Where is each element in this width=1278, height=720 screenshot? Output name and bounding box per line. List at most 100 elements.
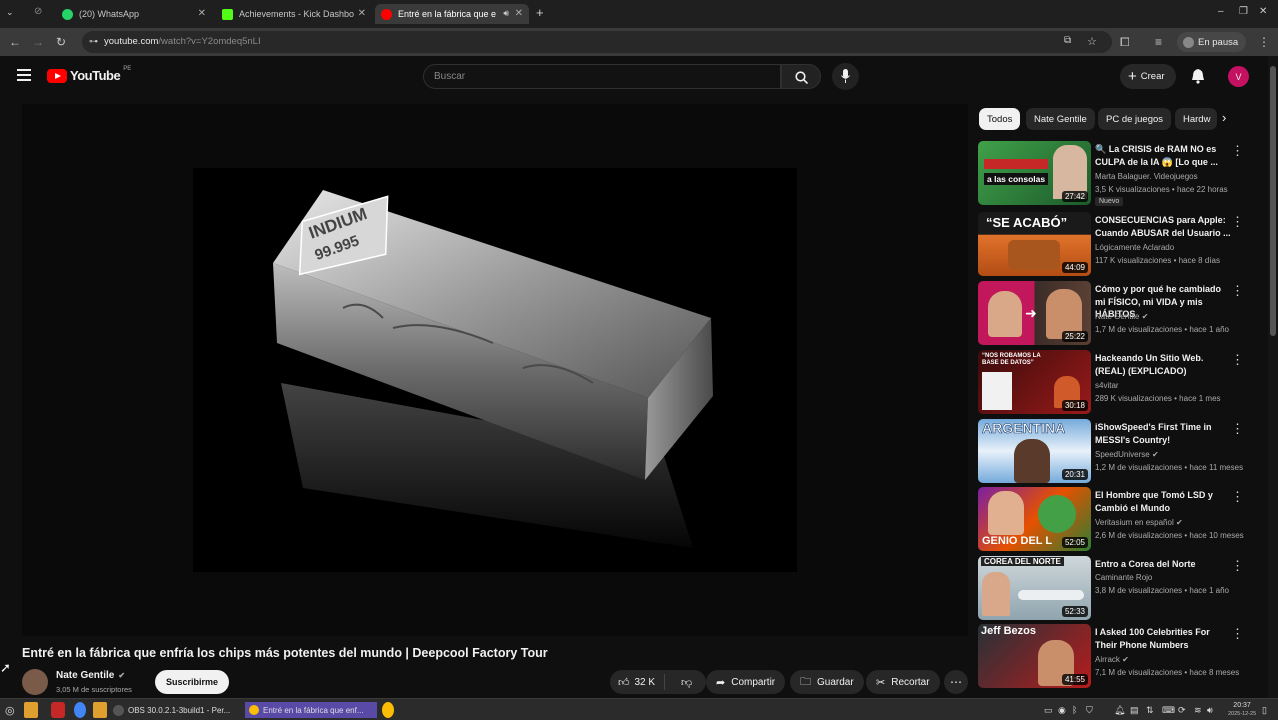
audio-playing-icon[interactable]: 🔊︎ [503, 8, 509, 19]
chip-nate-gentile[interactable]: Nate Gentile [1026, 108, 1095, 130]
taskbar-clock[interactable]: 20:37 2025-12-25 [1228, 701, 1256, 719]
close-icon[interactable]: ✕ [358, 8, 366, 19]
tab-list-chevron-icon[interactable]: ⌄ [6, 7, 14, 18]
tray-display-icon[interactable]: ▭ [1044, 702, 1053, 718]
video-player[interactable]: INDIUM 99.995 [22, 104, 968, 636]
thumbnail-airplane [1018, 590, 1084, 600]
tray-bluetooth-icon[interactable]: ᛒ [1072, 702, 1077, 718]
video-thumbnail[interactable]: GENIO DEL L 52:05 [978, 487, 1091, 551]
more-actions-button[interactable]: ⋯ [944, 670, 968, 694]
start-menu-icon[interactable]: ◎ [5, 702, 15, 718]
url-text[interactable]: youtube.com/watch?v=Y2omdeq5nLI [104, 36, 261, 47]
more-vertical-icon[interactable]: ⋮ [1231, 626, 1244, 642]
taskbar-obs-window[interactable]: OBS 30.0.2.1-3build1 - Per... [113, 702, 230, 718]
video-thumbnail[interactable]: COREA DEL NORTE 52:33 [978, 556, 1091, 620]
recommendation-item[interactable]: ARGENTINA 20:31 iShowSpeed's First Time … [978, 419, 1250, 483]
voice-search-button[interactable] [832, 63, 859, 90]
close-icon[interactable]: ✕ [515, 8, 523, 19]
tray-obs-icon[interactable]: ◉ [1058, 702, 1066, 718]
bookmark-star-icon[interactable]: ☆ [1087, 35, 1097, 48]
new-tab-icon[interactable]: + [536, 5, 544, 20]
profile-paused-button[interactable]: En pausa [1177, 32, 1247, 52]
chip-all[interactable]: Todos [979, 108, 1021, 130]
tab-group-icon[interactable]: ⊘ [34, 6, 42, 17]
recommendation-item[interactable]: GENIO DEL L 52:05 El Hombre que Tomó LSD… [978, 487, 1250, 551]
more-vertical-icon[interactable]: ⋮ [1231, 421, 1244, 437]
tray-wifi-icon[interactable]: ≋ [1194, 702, 1202, 718]
more-vertical-icon[interactable]: ⋮ [1231, 489, 1244, 505]
share-button[interactable]: ➦ Compartir [706, 670, 786, 694]
forward-icon[interactable]: → [32, 35, 44, 49]
more-vertical-icon[interactable]: ⋮ [1231, 143, 1244, 159]
address-bar[interactable]: ⊶ youtube.com/watch?v=Y2omdeq5nLI ⧉ ☆ [82, 31, 1112, 53]
recommendation-item[interactable]: “SE ACABÓ” 44:09 CONSECUENCIAS para Appl… [978, 212, 1250, 276]
browser-menu-icon[interactable]: ⋮ [1258, 35, 1270, 49]
close-icon[interactable]: ✕ [198, 8, 206, 19]
youtube-logo[interactable]: YouTube PE [47, 66, 131, 83]
like-button[interactable]: 👍︎ 32 K [610, 674, 665, 690]
tab-youtube-active[interactable]: Entré en la fábrica que e 🔊︎ ✕ [375, 4, 529, 24]
recommendation-item[interactable]: COREA DEL NORTE 52:33 Entro a Corea del … [978, 556, 1250, 620]
recommendation-item[interactable]: ➜ 25:22 Cómo y por qué he cambiado mi FÍ… [978, 281, 1250, 345]
tray-shield-icon[interactable]: ⛉ [1086, 702, 1093, 718]
subscribe-button[interactable]: Suscribirme [155, 670, 230, 694]
hamburger-menu-icon[interactable] [17, 69, 31, 81]
minimize-icon[interactable]: – [1218, 6, 1224, 17]
search-button[interactable] [781, 64, 821, 89]
back-icon[interactable]: ← [9, 35, 21, 49]
channel-avatar[interactable] [22, 669, 48, 695]
dislike-button[interactable]: 👎︎ [671, 676, 692, 689]
chip-gaming-pc[interactable]: PC de juegos [1098, 108, 1172, 130]
notifications-bell-icon[interactable] [1191, 68, 1205, 84]
media-controls-icon[interactable]: ≡ [1155, 35, 1162, 49]
video-duration: 25:22 [1061, 331, 1088, 342]
chrome-icon[interactable] [74, 702, 86, 718]
thumbnail-text: COREA DEL NORTE [981, 557, 1064, 566]
close-window-icon[interactable]: ✕ [1259, 6, 1267, 17]
app-launcher-icon[interactable] [51, 702, 65, 718]
recommendation-item[interactable]: “NOS ROBAMOS LA BASE DE DATOS” 30:18 Hac… [978, 350, 1250, 414]
page-scrollbar-track[interactable] [1268, 56, 1278, 698]
video-thumbnail[interactable]: “NOS ROBAMOS LA BASE DE DATOS” 30:18 [978, 350, 1091, 414]
more-vertical-icon[interactable]: ⋮ [1231, 283, 1244, 299]
video-thumbnail[interactable]: Jeff Bezos 41:55 [978, 624, 1091, 688]
taskbar-chrome-window[interactable]: Entré en la fábrica que enf... [245, 702, 377, 718]
more-vertical-icon[interactable]: ⋮ [1231, 214, 1244, 230]
tab-whatsapp[interactable]: (20) WhatsApp ✕ [56, 4, 212, 24]
page-scrollbar-thumb[interactable] [1270, 66, 1276, 336]
more-vertical-icon[interactable]: ⋮ [1231, 558, 1244, 574]
more-vertical-icon[interactable]: ⋮ [1231, 352, 1244, 368]
channel-name-row[interactable]: Nate Gentile ✔ [56, 670, 125, 681]
tray-network-icon[interactable]: ⇅ [1146, 702, 1154, 718]
reload-icon[interactable]: ↻ [56, 35, 66, 49]
chrome-icon[interactable] [382, 702, 394, 718]
verified-icon: ✔ [118, 671, 126, 680]
site-settings-icon[interactable]: ⊶ [89, 36, 98, 47]
chip-hardware[interactable]: Hardw [1175, 108, 1217, 130]
clip-button[interactable]: ✂ Recortar [866, 670, 940, 694]
show-desktop-icon[interactable]: ▯ [1262, 702, 1267, 718]
video-thumbnail[interactable]: ➜ 25:22 [978, 281, 1091, 345]
video-frame[interactable]: INDIUM 99.995 [193, 168, 797, 572]
search-input[interactable]: Buscar [423, 64, 781, 89]
video-thumbnail[interactable]: “SE ACABÓ” 44:09 [978, 212, 1091, 276]
video-thumbnail[interactable]: a las consolas 27:42 [978, 141, 1091, 205]
recommendation-item[interactable]: Jeff Bezos 41:55 I Asked 100 Celebrities… [978, 624, 1250, 688]
extensions-icon[interactable]: ⧠ [1120, 35, 1130, 49]
create-button[interactable]: + Crear [1120, 64, 1176, 89]
tab-kick[interactable]: Achievements - Kick Dashbo ✕ [216, 4, 372, 24]
folder-icon[interactable] [93, 702, 107, 718]
maximize-icon[interactable]: ❐ [1239, 6, 1248, 17]
recommendation-item[interactable]: a las consolas 27:42 🔍 La CRISIS de RAM … [978, 141, 1250, 206]
tray-update-icon[interactable]: ⟳ [1178, 702, 1186, 718]
tray-keyboard-icon[interactable]: ⌨ [1162, 702, 1175, 718]
save-button[interactable]: 🗀︎ Guardar [790, 670, 864, 694]
chips-next-chevron-icon[interactable]: › [1222, 110, 1226, 125]
tray-volume-icon[interactable]: 🔊︎ [1207, 702, 1213, 718]
tray-clipboard-icon[interactable]: ▤ [1130, 702, 1139, 718]
file-manager-icon[interactable] [24, 702, 38, 718]
video-thumbnail[interactable]: ARGENTINA 20:31 [978, 419, 1091, 483]
user-avatar[interactable]: V [1228, 66, 1249, 87]
cast-icon[interactable]: ⧉ [1064, 35, 1071, 46]
tray-notification-icon[interactable]: 🔔︎ [1114, 702, 1125, 718]
